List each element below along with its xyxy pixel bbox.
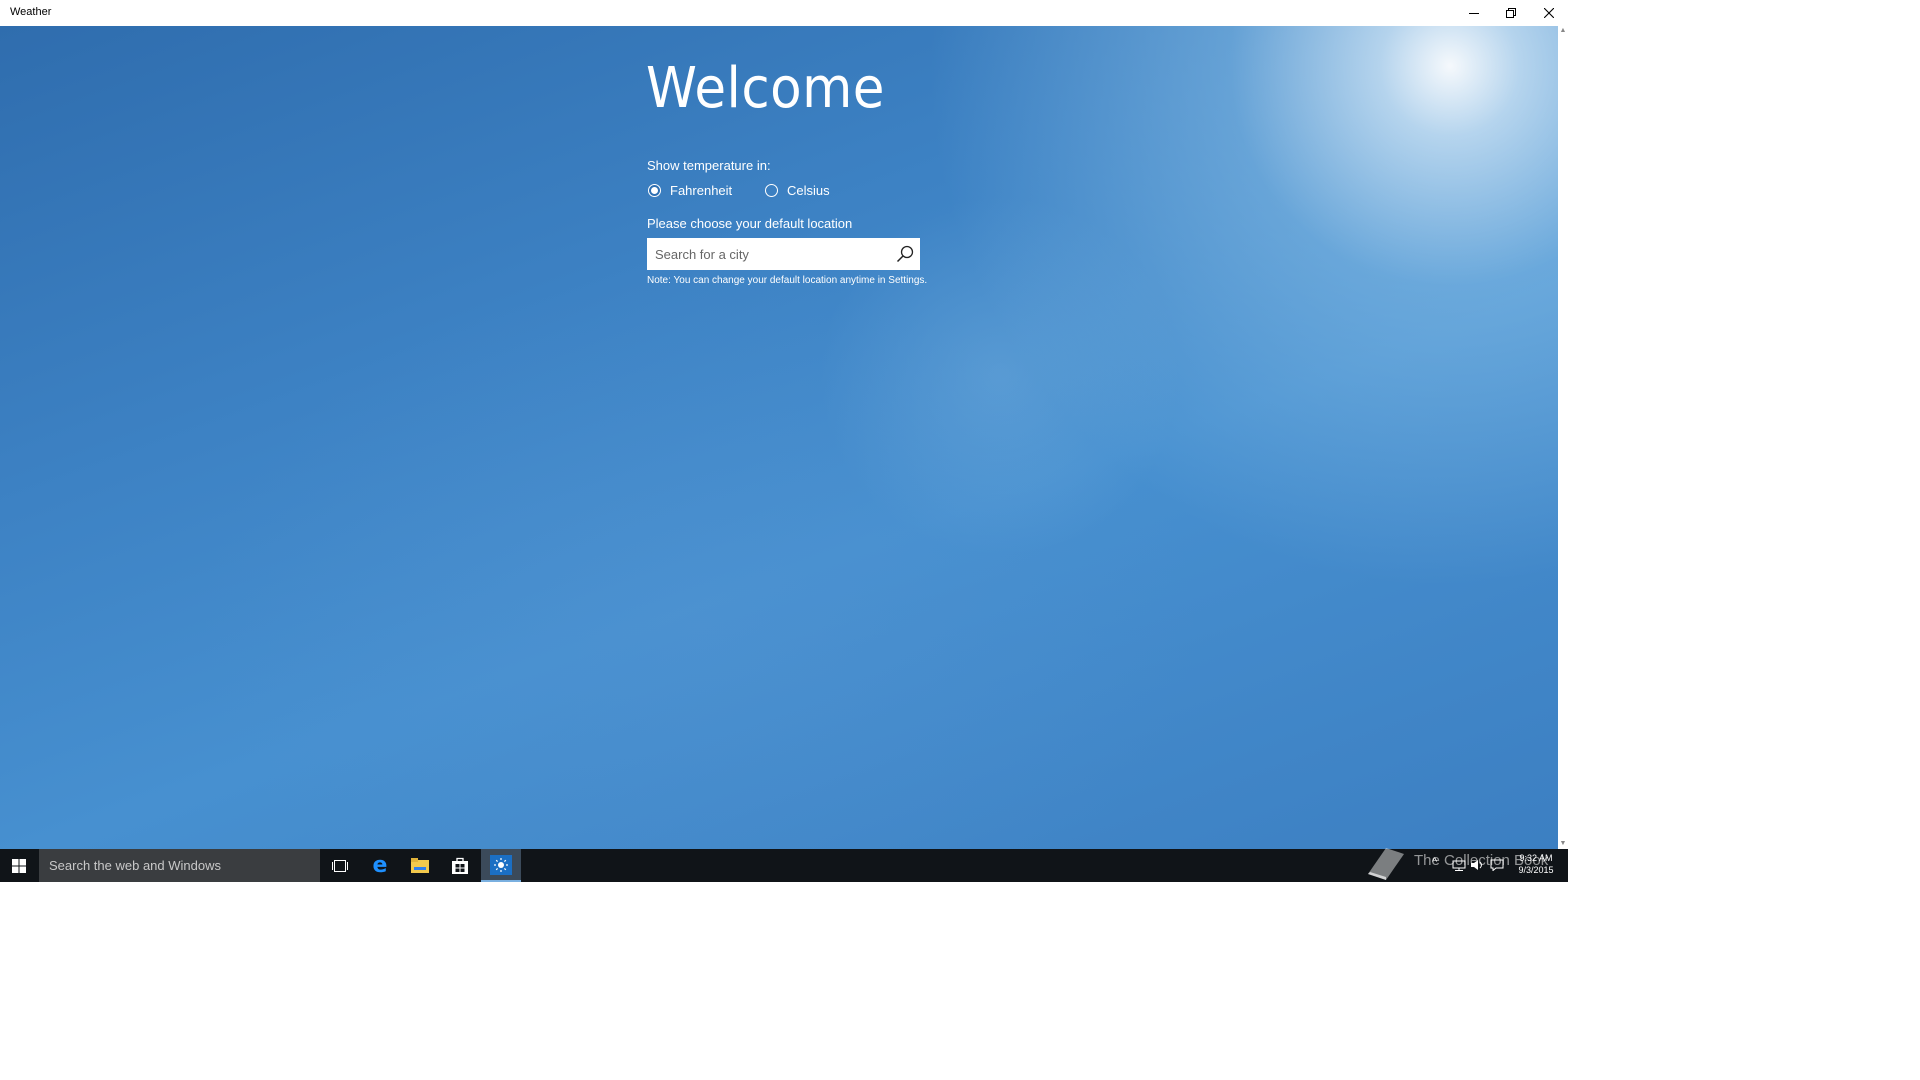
taskbar-clock[interactable]: 9:32 AM 9/3/2015 bbox=[1514, 852, 1558, 876]
scrollbar[interactable] bbox=[1558, 26, 1568, 849]
fahrenheit-label: Fahrenheit bbox=[670, 182, 733, 198]
welcome-page bbox=[0, 26, 1558, 849]
restore-button[interactable] bbox=[1492, 0, 1530, 26]
file-explorer-icon bbox=[411, 858, 429, 873]
city-search-box[interactable] bbox=[647, 238, 920, 270]
task-view-button[interactable] bbox=[320, 849, 360, 882]
radio-selected-icon bbox=[648, 183, 661, 197]
taskbar: Search the web and Windows e ^ bbox=[0, 849, 1568, 882]
store-icon bbox=[452, 857, 468, 874]
scroll-down-arrow-icon[interactable]: ▼ bbox=[1558, 839, 1568, 849]
city-search-input[interactable] bbox=[655, 238, 885, 270]
taskbar-search-box[interactable]: Search the web and Windows bbox=[39, 849, 320, 882]
fahrenheit-radio[interactable]: Fahrenheit bbox=[648, 182, 732, 198]
settings-note: Note: You can change your default locati… bbox=[647, 275, 928, 286]
temperature-unit-label: Show temperature in: bbox=[647, 158, 771, 173]
welcome-heading: Welcome bbox=[646, 56, 885, 121]
task-view-icon bbox=[332, 859, 348, 872]
restore-icon bbox=[1506, 8, 1516, 18]
close-button[interactable] bbox=[1530, 0, 1568, 26]
taskbar-search-placeholder: Search the web and Windows bbox=[49, 858, 221, 873]
window-title: Weather bbox=[10, 6, 52, 18]
start-button[interactable] bbox=[0, 849, 38, 882]
close-icon bbox=[1544, 8, 1554, 18]
title-bar: Weather bbox=[0, 0, 1568, 26]
scroll-up-arrow-icon[interactable]: ▲ bbox=[1558, 26, 1568, 36]
weather-icon bbox=[490, 854, 512, 875]
search-icon[interactable] bbox=[896, 245, 914, 263]
radio-unselected-icon bbox=[765, 183, 778, 197]
celsius-label: Celsius bbox=[787, 182, 830, 198]
minimize-icon bbox=[1469, 13, 1479, 14]
clock-date: 9/3/2015 bbox=[1518, 865, 1554, 875]
book-logo-icon bbox=[1368, 848, 1404, 880]
weather-window: Weather ▲ ▼ Welcome Show temperature in:… bbox=[0, 0, 1568, 849]
windows-logo-icon bbox=[12, 858, 26, 873]
minimize-button[interactable] bbox=[1455, 0, 1493, 26]
store-button[interactable] bbox=[440, 849, 480, 882]
weather-app-button[interactable] bbox=[481, 849, 521, 882]
celsius-radio[interactable]: Celsius bbox=[765, 182, 830, 198]
file-explorer-button[interactable] bbox=[400, 849, 440, 882]
edge-button[interactable]: e bbox=[360, 849, 400, 882]
clock-time: 9:32 AM bbox=[1519, 853, 1553, 863]
edge-icon: e bbox=[372, 852, 388, 878]
default-location-label: Please choose your default location bbox=[647, 216, 853, 231]
